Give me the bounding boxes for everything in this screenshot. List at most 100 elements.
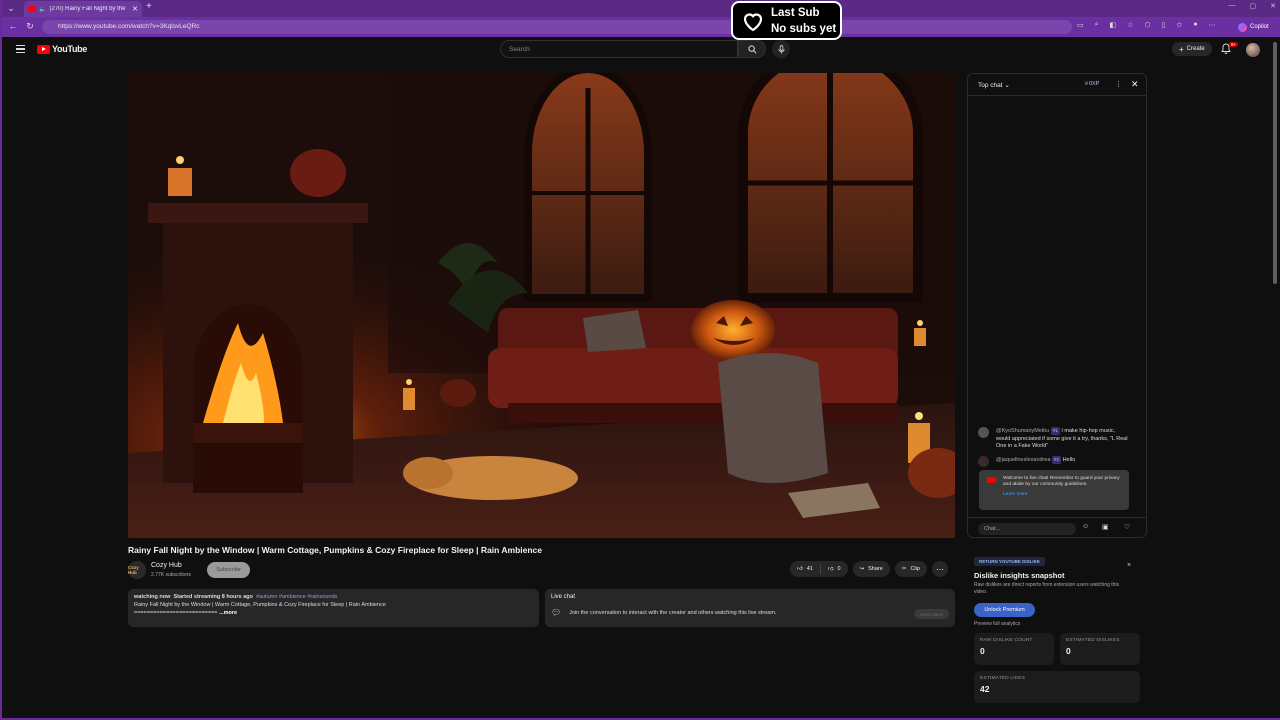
create-label: Create bbox=[1186, 46, 1205, 52]
chat-input[interactable]: Chat... bbox=[978, 523, 1076, 535]
stream-started: Started streaming 8 hours ago bbox=[173, 594, 253, 600]
learn-more-link[interactable]: Learn more bbox=[1003, 492, 1123, 498]
hashtags[interactable]: #autumn #ambience #rainsounds bbox=[256, 594, 337, 600]
like-button[interactable]: 👍︎ 41 bbox=[790, 564, 821, 574]
estimated-dislikes-stat: ESTIMATED DISLIKES 0 bbox=[1060, 633, 1140, 665]
rank-badge: #2 bbox=[1052, 456, 1062, 464]
tab-list-icon[interactable]: ⌄ bbox=[4, 3, 18, 14]
more-options-icon[interactable]: ⋯ bbox=[1209, 21, 1216, 29]
youtube-play-icon bbox=[37, 44, 50, 54]
page-scrollbar[interactable] bbox=[1270, 37, 1280, 718]
address-bar-row: ← ↻ https://www.youtube.com/watch?v=3Kql… bbox=[2, 17, 1280, 37]
video-player[interactable] bbox=[128, 73, 955, 538]
back-icon[interactable]: ← bbox=[4, 21, 22, 31]
heart-react-icon[interactable]: ♡ bbox=[1124, 523, 1130, 531]
chat-message: @jaquellneslexandrea #2 Hello bbox=[978, 456, 1128, 467]
hamburger-menu-icon[interactable] bbox=[16, 45, 25, 53]
clip-button[interactable]: ✂ Clip bbox=[894, 561, 927, 577]
browser-tab[interactable]: 🔈 (270) Rainy Fall Night by the ✕ bbox=[24, 1, 142, 17]
create-button[interactable]: + Create bbox=[1172, 42, 1212, 56]
subscribe-button[interactable]: Subscribe bbox=[207, 562, 250, 578]
extensions-icon[interactable]: ⬡ bbox=[1144, 21, 1150, 29]
chat-author-name[interactable]: @KyoShumanyMeibu bbox=[996, 428, 1049, 434]
unlock-premium-button[interactable]: Unlock Premium bbox=[974, 603, 1035, 617]
description-line-3: ========================== bbox=[134, 610, 218, 616]
copilot-label: Copilot bbox=[1250, 24, 1269, 30]
youtube-icon bbox=[987, 477, 996, 483]
rank-badge: #1 bbox=[1050, 427, 1060, 435]
minimize-icon[interactable]: — bbox=[1229, 2, 1236, 10]
xp-badge: ♕0XP bbox=[1084, 81, 1100, 87]
chat-header: Top chat ⌄ ♕0XP ⋮ ✕ bbox=[968, 74, 1146, 96]
window-close-icon[interactable]: ✕ bbox=[1270, 2, 1276, 10]
heart-icon bbox=[743, 12, 763, 31]
raw-dislike-stat: RAW DISLIKE COUNT 0 bbox=[974, 633, 1054, 665]
ryd-close-icon[interactable]: × bbox=[1127, 562, 1131, 569]
live-chat-teaser: Live chat 💬︎ Join the conversation to in… bbox=[545, 589, 955, 627]
video-actions: 👍︎ 41 👎︎ 0 ↪ Share ✂ Clip ⋯ bbox=[790, 561, 948, 577]
dislike-button[interactable]: 👎︎ 0 bbox=[821, 566, 848, 572]
url-text: https://www.youtube.com/watch?v=3KqlsvLe… bbox=[58, 23, 200, 30]
dislike-insights-panel: RETURN YOUTUBE DISLIKE × Dislike insight… bbox=[967, 552, 1147, 712]
search-button[interactable] bbox=[738, 40, 766, 58]
super-chat-icon[interactable]: ▣ bbox=[1102, 523, 1109, 531]
xp-value: 0XP bbox=[1088, 81, 1100, 87]
chat-scrollbar[interactable] bbox=[1142, 102, 1145, 512]
reader-icon[interactable]: ◧ bbox=[1110, 21, 1117, 29]
overlay-line-1: Last Sub bbox=[771, 6, 820, 19]
preview-analytics-link[interactable]: Preview full analytics bbox=[974, 621, 1020, 627]
chat-more-icon[interactable]: ⋮ bbox=[1115, 80, 1122, 88]
chat-message: @KyoShumanyMeibu #1 I make hip-hop music… bbox=[978, 427, 1128, 451]
chat-author-name[interactable]: @jaquellneslexandrea bbox=[996, 457, 1051, 463]
read-aloud-icon[interactable]: ▭ bbox=[1077, 21, 1084, 29]
favorites-icon[interactable]: ✩ bbox=[1176, 21, 1182, 29]
last-sub-overlay: Last Sub No subs yet bbox=[731, 1, 842, 40]
speaker-icon[interactable]: 🔈 bbox=[39, 6, 46, 13]
profile-avatar-icon[interactable]: ● bbox=[1193, 21, 1197, 29]
split-screen-icon[interactable]: ▯ bbox=[1162, 21, 1166, 29]
like-dislike-group: 👍︎ 41 👎︎ 0 bbox=[790, 561, 848, 577]
clip-label: Clip bbox=[910, 566, 920, 572]
favorite-star-icon[interactable]: ☆ bbox=[1127, 21, 1133, 29]
page-scroll-thumb[interactable] bbox=[1273, 42, 1277, 284]
share-label: Share bbox=[868, 566, 883, 572]
copilot-button[interactable]: Copilot bbox=[1238, 20, 1269, 34]
watching-now: watching now bbox=[134, 594, 171, 600]
live-chat-text: Join the conversation to interact with t… bbox=[569, 609, 777, 616]
tab-close-icon[interactable]: ✕ bbox=[132, 5, 138, 13]
youtube-logo[interactable]: YouTube bbox=[37, 44, 87, 54]
subscribe-label: Subscribe bbox=[216, 567, 241, 573]
chat-input-placeholder: Chat... bbox=[984, 526, 1001, 532]
channel-name[interactable]: Cozy Hub bbox=[151, 562, 182, 569]
emoji-icon[interactable]: ☺ bbox=[1082, 523, 1089, 530]
more-link[interactable]: ...more bbox=[219, 610, 237, 616]
maximize-icon[interactable]: ▢ bbox=[1250, 2, 1257, 10]
stat-label: ESTIMATED DISLIKES bbox=[1066, 638, 1120, 643]
chat-close-icon[interactable]: ✕ bbox=[1131, 79, 1139, 90]
refresh-icon[interactable]: ↻ bbox=[21, 21, 39, 32]
search-input[interactable]: Search bbox=[500, 40, 738, 58]
top-chat-dropdown[interactable]: Top chat ⌄ bbox=[978, 81, 1010, 89]
copilot-icon bbox=[1238, 22, 1247, 32]
chat-author-avatar bbox=[978, 456, 989, 467]
url-field[interactable]: https://www.youtube.com/watch?v=3KqlsvLe… bbox=[42, 20, 1072, 34]
more-actions-button[interactable]: ⋯ bbox=[931, 561, 948, 577]
channel-avatar[interactable]: Cozy Hub bbox=[128, 561, 146, 579]
share-button[interactable]: ↪ Share bbox=[852, 561, 890, 577]
window-controls: — ▢ ✕ bbox=[1229, 2, 1277, 10]
chat-author-avatar bbox=[978, 427, 989, 438]
more-horizontal-icon: ⋯ bbox=[935, 564, 944, 574]
scissors-icon: ✂ bbox=[901, 566, 907, 572]
open-panel-button[interactable]: Open panel bbox=[914, 609, 949, 619]
notification-badge: 9+ bbox=[1229, 42, 1239, 47]
thumbs-up-icon: 👍︎ bbox=[797, 566, 803, 572]
new-tab-icon[interactable]: + bbox=[146, 1, 152, 12]
tab-title: (270) Rainy Fall Night by the bbox=[49, 6, 126, 12]
description-box[interactable]: watching now Started streaming 8 hours a… bbox=[128, 589, 539, 627]
stat-value: 0 bbox=[980, 646, 985, 656]
voice-search-button[interactable] bbox=[772, 40, 790, 58]
account-avatar[interactable] bbox=[1246, 43, 1260, 57]
zoom-icon[interactable]: ⌕ bbox=[1095, 21, 1099, 29]
live-chat-heading: Live chat bbox=[551, 594, 576, 600]
tab-bar: ⌄ 🔈 (270) Rainy Fall Night by the ✕ + — … bbox=[2, 0, 1280, 17]
